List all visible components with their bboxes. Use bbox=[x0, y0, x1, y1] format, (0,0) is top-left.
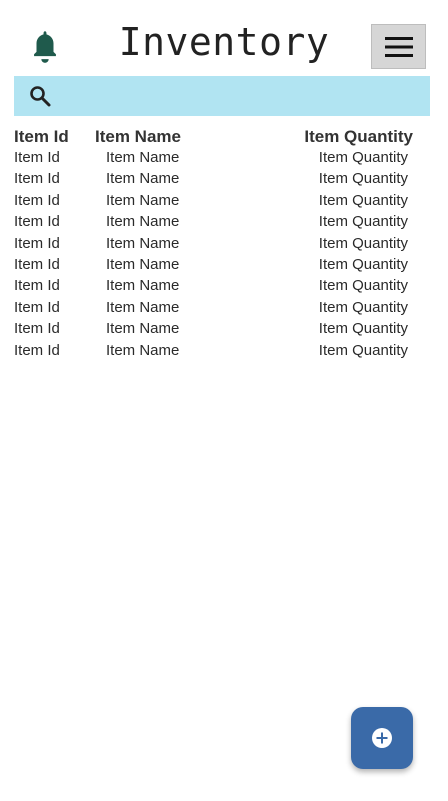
cell-item-name: Item Name bbox=[106, 277, 180, 295]
table-row[interactable]: Item Id Item Name Item Quantity bbox=[14, 320, 430, 341]
table-row[interactable]: Item Id Item Name Item Quantity bbox=[14, 192, 430, 213]
cell-item-id: Item Id bbox=[14, 149, 60, 166]
cell-item-quantity: Item Quantity bbox=[318, 255, 408, 273]
table-row[interactable]: Item Id Item Name Item Quantity bbox=[14, 235, 430, 256]
cell-item-id: Item Id bbox=[14, 213, 60, 231]
add-circle-icon bbox=[372, 728, 392, 748]
menu-button[interactable] bbox=[371, 24, 426, 69]
cell-item-name: Item Name bbox=[106, 255, 180, 273]
cell-item-id: Item Id bbox=[14, 277, 60, 295]
cell-item-quantity: Item Quantity bbox=[318, 234, 408, 252]
cell-item-name: Item Name bbox=[106, 149, 180, 166]
cell-item-id: Item Id bbox=[14, 191, 60, 209]
cell-item-id: Item Id bbox=[14, 341, 60, 359]
cell-item-id: Item Id bbox=[14, 320, 60, 338]
column-header-item-id[interactable]: Item Id bbox=[14, 127, 69, 147]
cell-item-id: Item Id bbox=[14, 170, 60, 188]
inventory-table: Item Id Item Name Item Quantity Item Id I… bbox=[14, 127, 430, 363]
cell-item-quantity: Item Quantity bbox=[318, 149, 408, 166]
table-row[interactable]: Item Id Item Name Item Quantity bbox=[14, 149, 430, 170]
cell-item-quantity: Item Quantity bbox=[318, 277, 408, 295]
hamburger-menu-icon bbox=[384, 36, 413, 57]
search-bar bbox=[14, 75, 430, 117]
column-header-item-quantity[interactable]: Item Quantity bbox=[304, 127, 413, 147]
table-header-row: Item Id Item Name Item Quantity bbox=[14, 127, 430, 151]
cell-item-name: Item Name bbox=[106, 170, 180, 188]
column-header-item-name[interactable]: Item Name bbox=[95, 127, 181, 147]
table-row[interactable]: Item Id Item Name Item Quantity bbox=[14, 277, 430, 298]
cell-item-quantity: Item Quantity bbox=[318, 320, 408, 338]
cell-item-name: Item Name bbox=[106, 191, 180, 209]
app-header: Inventory bbox=[0, 0, 448, 76]
cell-item-id: Item Id bbox=[14, 298, 60, 316]
cell-item-id: Item Id bbox=[14, 255, 60, 273]
cell-item-name: Item Name bbox=[106, 213, 180, 231]
table-row[interactable]: Item Id Item Name Item Quantity bbox=[14, 256, 430, 277]
cell-item-name: Item Name bbox=[106, 341, 180, 359]
cell-item-name: Item Name bbox=[106, 298, 180, 316]
table-row[interactable]: Item Id Item Name Item Quantity bbox=[14, 170, 430, 191]
cell-item-quantity: Item Quantity bbox=[318, 298, 408, 316]
cell-item-name: Item Name bbox=[106, 234, 180, 252]
table-row[interactable]: Item Id Item Name Item Quantity bbox=[14, 299, 430, 320]
cell-item-quantity: Item Quantity bbox=[318, 170, 408, 188]
table-row[interactable]: Item Id Item Name Item Quantity bbox=[14, 213, 430, 234]
search-icon[interactable] bbox=[28, 84, 52, 108]
cell-item-name: Item Name bbox=[106, 320, 180, 338]
cell-item-id: Item Id bbox=[14, 234, 60, 252]
cell-item-quantity: Item Quantity bbox=[318, 191, 408, 209]
cell-item-quantity: Item Quantity bbox=[318, 213, 408, 231]
cell-item-quantity: Item Quantity bbox=[318, 341, 408, 359]
search-input[interactable] bbox=[52, 75, 430, 117]
add-item-button[interactable] bbox=[351, 707, 413, 769]
table-row[interactable]: Item Id Item Name Item Quantity bbox=[14, 342, 430, 363]
